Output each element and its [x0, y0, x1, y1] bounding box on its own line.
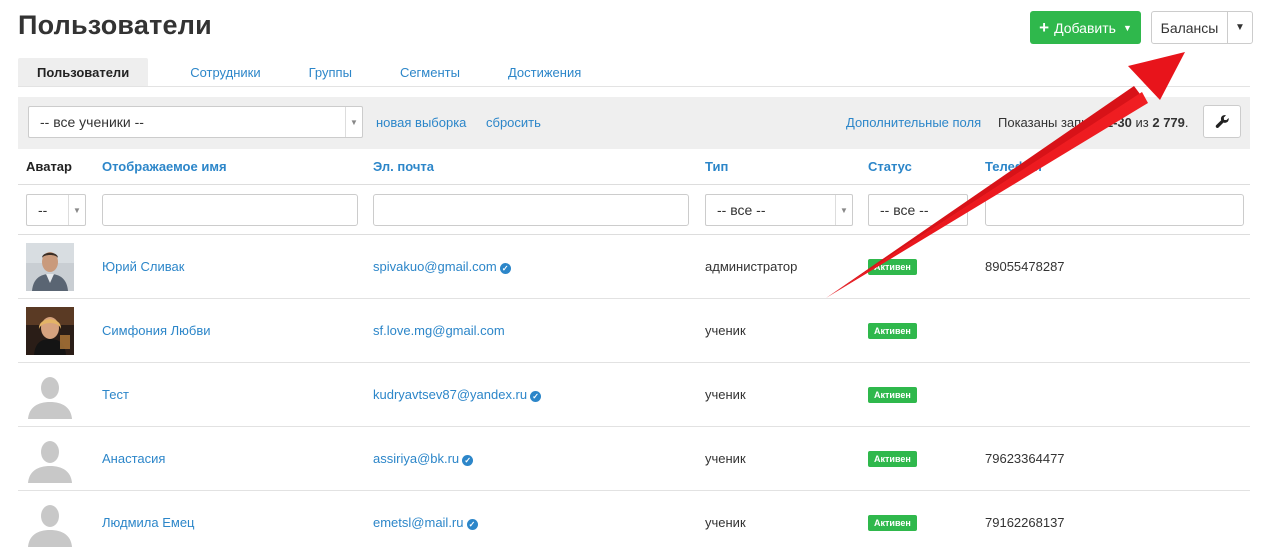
table-header: Аватар Отображаемое имя Эл. почта Тип Ст…: [18, 150, 1250, 185]
status-badge: Активен: [868, 451, 917, 467]
settings-button[interactable]: [1203, 105, 1241, 138]
user-email-link[interactable]: assiriya@bk.ru ✓: [373, 451, 474, 466]
column-display-name[interactable]: Отображаемое имя: [102, 159, 227, 174]
status-filter-select[interactable]: -- все --: [868, 194, 968, 226]
students-filter-select[interactable]: -- все ученики -- ▼: [28, 106, 363, 138]
plus-icon: +: [1039, 18, 1050, 37]
name-filter-input[interactable]: [102, 194, 358, 226]
tab-groups[interactable]: Группы: [289, 58, 372, 86]
user-email-link[interactable]: sf.love.mg@gmail.com: [373, 323, 505, 338]
user-type: администратор: [705, 259, 798, 274]
avatar: [26, 307, 74, 355]
user-type: ученик: [705, 451, 746, 466]
tab-achievements[interactable]: Достижения: [488, 58, 601, 86]
status-badge: Активен: [868, 387, 917, 403]
column-email[interactable]: Эл. почта: [373, 159, 434, 174]
add-button[interactable]: + Добавить ▼: [1030, 11, 1141, 44]
table-row: Юрий Сливак spivakuo@gmail.com ✓ админист…: [18, 235, 1250, 299]
balances-button[interactable]: Балансы: [1152, 12, 1228, 43]
column-phone[interactable]: Телефон: [985, 159, 1042, 174]
table-row: Тест kudryavtsev87@yandex.ru ✓ ученик Акт…: [18, 363, 1250, 427]
page-title: Пользователи: [18, 10, 212, 40]
avatar: [26, 243, 74, 291]
user-name-link[interactable]: Тест: [102, 387, 129, 402]
avatar-placeholder-icon: [26, 499, 74, 547]
user-phone: 79162268137: [985, 515, 1065, 530]
tab-segments[interactable]: Сегменты: [380, 58, 480, 86]
wrench-icon: [1215, 115, 1229, 128]
caret-down-icon: ▼: [1122, 22, 1132, 33]
user-email-link[interactable]: spivakuo@gmail.com ✓: [373, 259, 511, 274]
filter-toolbar: -- все ученики -- ▼ новая выборка сброси…: [18, 97, 1250, 149]
email-filter-input[interactable]: [373, 194, 689, 226]
avatar-filter-value: --: [38, 202, 48, 218]
balances-dropdown-toggle[interactable]: ▼: [1228, 12, 1252, 43]
tab-employees[interactable]: Сотрудники: [170, 58, 280, 86]
user-phone: 79623364477: [985, 451, 1065, 466]
tab-users[interactable]: Пользователи: [18, 58, 149, 86]
user-type: ученик: [705, 323, 746, 338]
balances-button-group: Балансы ▼: [1151, 11, 1253, 44]
students-filter-value: -- все ученики --: [40, 114, 144, 130]
user-name-link[interactable]: Анастасия: [102, 451, 165, 466]
status-filter-value: -- все --: [880, 202, 929, 218]
user-name-link[interactable]: Юрий Сливак: [102, 259, 184, 274]
table-row: Симфония Любви sf.love.mg@gmail.com учен…: [18, 299, 1250, 363]
user-email-link[interactable]: kudryavtsev87@yandex.ru ✓: [373, 387, 542, 402]
user-phone: 89055478287: [985, 259, 1065, 274]
type-filter-value: -- все --: [717, 202, 766, 218]
user-email-link[interactable]: emetsl@mail.ru ✓: [373, 515, 478, 530]
status-badge: Активен: [868, 259, 917, 275]
status-badge: Активен: [868, 515, 917, 531]
tabs: Пользователи Сотрудники Группы Сегменты …: [18, 58, 1250, 87]
verified-check-icon: ✓: [499, 263, 511, 274]
verified-check-icon: ✓: [462, 455, 474, 466]
add-button-label: Добавить: [1054, 19, 1116, 36]
column-avatar: Аватар: [26, 159, 72, 174]
avatar-placeholder-icon: [26, 435, 74, 483]
user-name-link[interactable]: Симфония Любви: [102, 323, 211, 338]
records-counter: Показаны записи 1-30 из 2 779.: [998, 115, 1189, 130]
caret-down-icon: ▼: [68, 195, 85, 225]
column-type[interactable]: Тип: [705, 159, 728, 174]
caret-down-icon: ▼: [1235, 22, 1245, 33]
avatar-filter-select[interactable]: -- ▼: [26, 194, 86, 226]
reset-link[interactable]: сбросить: [486, 115, 541, 130]
user-name-link[interactable]: Людмила Емец: [102, 515, 195, 530]
user-type: ученик: [705, 515, 746, 530]
extra-fields-link[interactable]: Дополнительные поля: [846, 115, 981, 130]
new-selection-link[interactable]: новая выборка: [376, 115, 466, 130]
status-badge: Активен: [868, 323, 917, 339]
caret-down-icon: ▼: [345, 107, 362, 137]
verified-check-icon: ✓: [530, 391, 542, 402]
type-filter-select[interactable]: -- все -- ▼: [705, 194, 853, 226]
avatar-placeholder-icon: [26, 371, 74, 419]
column-status[interactable]: Статус: [868, 159, 912, 174]
filter-row: -- ▼ -- все -- ▼ -- все --: [18, 185, 1250, 235]
user-type: ученик: [705, 387, 746, 402]
verified-check-icon: ✓: [466, 519, 478, 530]
table-row: Анастасия assiriya@bk.ru ✓ ученик Активен…: [18, 427, 1250, 491]
table-row: Людмила Емец emetsl@mail.ru ✓ ученик Акти…: [18, 491, 1250, 549]
caret-down-icon: ▼: [835, 195, 852, 225]
phone-filter-input[interactable]: [985, 194, 1244, 226]
